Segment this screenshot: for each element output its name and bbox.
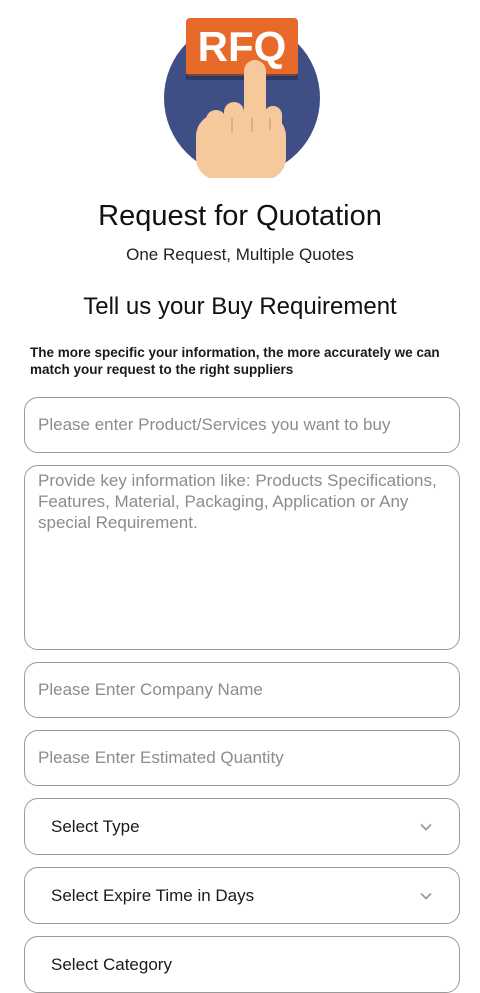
select-expire-label: Select Expire Time in Days — [51, 885, 255, 905]
quantity-field[interactable] — [24, 730, 460, 786]
select-category-label: Select Category — [51, 955, 172, 974]
select-type-label: Select Type — [51, 816, 140, 836]
requirement-details-textarea[interactable] — [25, 466, 459, 649]
page-title: Request for Quotation — [98, 200, 382, 232]
rfq-logo-text: RFQ — [198, 23, 287, 70]
select-category-dropdown[interactable]: Select Category — [24, 936, 460, 993]
company-name-input[interactable] — [25, 663, 459, 717]
chevron-down-icon — [420, 823, 432, 831]
instruction-note: The more specific your information, the … — [30, 345, 440, 377]
rfq-logo: RFQ — [164, 18, 320, 178]
product-input[interactable] — [25, 398, 459, 452]
select-expire-dropdown[interactable]: Select Expire Time in Days — [24, 867, 460, 924]
estimated-quantity-input[interactable] — [25, 731, 459, 785]
chevron-down-icon — [420, 892, 432, 900]
company-field[interactable] — [24, 662, 460, 718]
select-type-dropdown[interactable]: Select Type — [24, 798, 460, 855]
page-subtitle: One Request, Multiple Quotes — [126, 245, 354, 264]
product-field[interactable] — [24, 397, 460, 453]
requirement-details-field[interactable] — [24, 465, 460, 650]
section-heading: Tell us your Buy Requirement — [83, 293, 397, 320]
